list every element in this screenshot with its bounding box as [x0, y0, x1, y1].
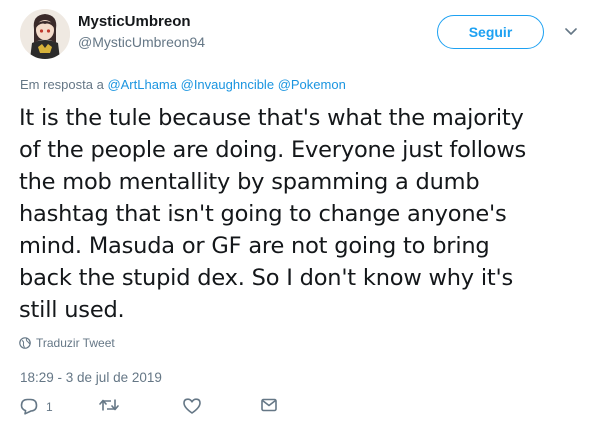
direct-message-button[interactable]	[261, 398, 277, 412]
retweet-icon	[99, 399, 119, 411]
like-icon	[183, 398, 201, 414]
tweet-actions: 1	[0, 398, 605, 422]
avatar-image	[20, 9, 70, 59]
display-name[interactable]: MysticUmbreon	[78, 13, 191, 31]
translate-tweet-link[interactable]: Traduzir Tweet	[19, 336, 115, 350]
globe-icon	[19, 337, 31, 349]
reply-context-prefix: Em resposta a	[20, 77, 108, 92]
reply-button[interactable]: 1	[20, 398, 53, 415]
reply-context: Em resposta a @ArtLhama @Invaughncible @…	[20, 77, 346, 93]
mention-link[interactable]: @ArtLhama	[107, 77, 177, 92]
tweet-timestamp[interactable]: 18:29 - 3 de jul de 2019	[20, 370, 162, 386]
user-handle[interactable]: @MysticUmbreon94	[78, 34, 205, 51]
tweet-menu-caret[interactable]	[563, 24, 579, 40]
message-icon	[261, 398, 277, 412]
retweet-button[interactable]	[99, 398, 119, 412]
like-button[interactable]	[183, 398, 201, 414]
tweet-text: It is the tule because that's what the m…	[19, 105, 527, 323]
reply-icon	[20, 398, 38, 415]
mention-link[interactable]: @Invaughncible	[181, 77, 274, 92]
avatar[interactable]	[20, 9, 70, 59]
translate-label: Traduzir Tweet	[36, 336, 115, 350]
follow-button[interactable]: Seguir	[437, 15, 544, 49]
mention-link[interactable]: @Pokemon	[278, 77, 346, 92]
chevron-down-icon	[565, 28, 577, 35]
reply-count: 1	[46, 399, 53, 414]
